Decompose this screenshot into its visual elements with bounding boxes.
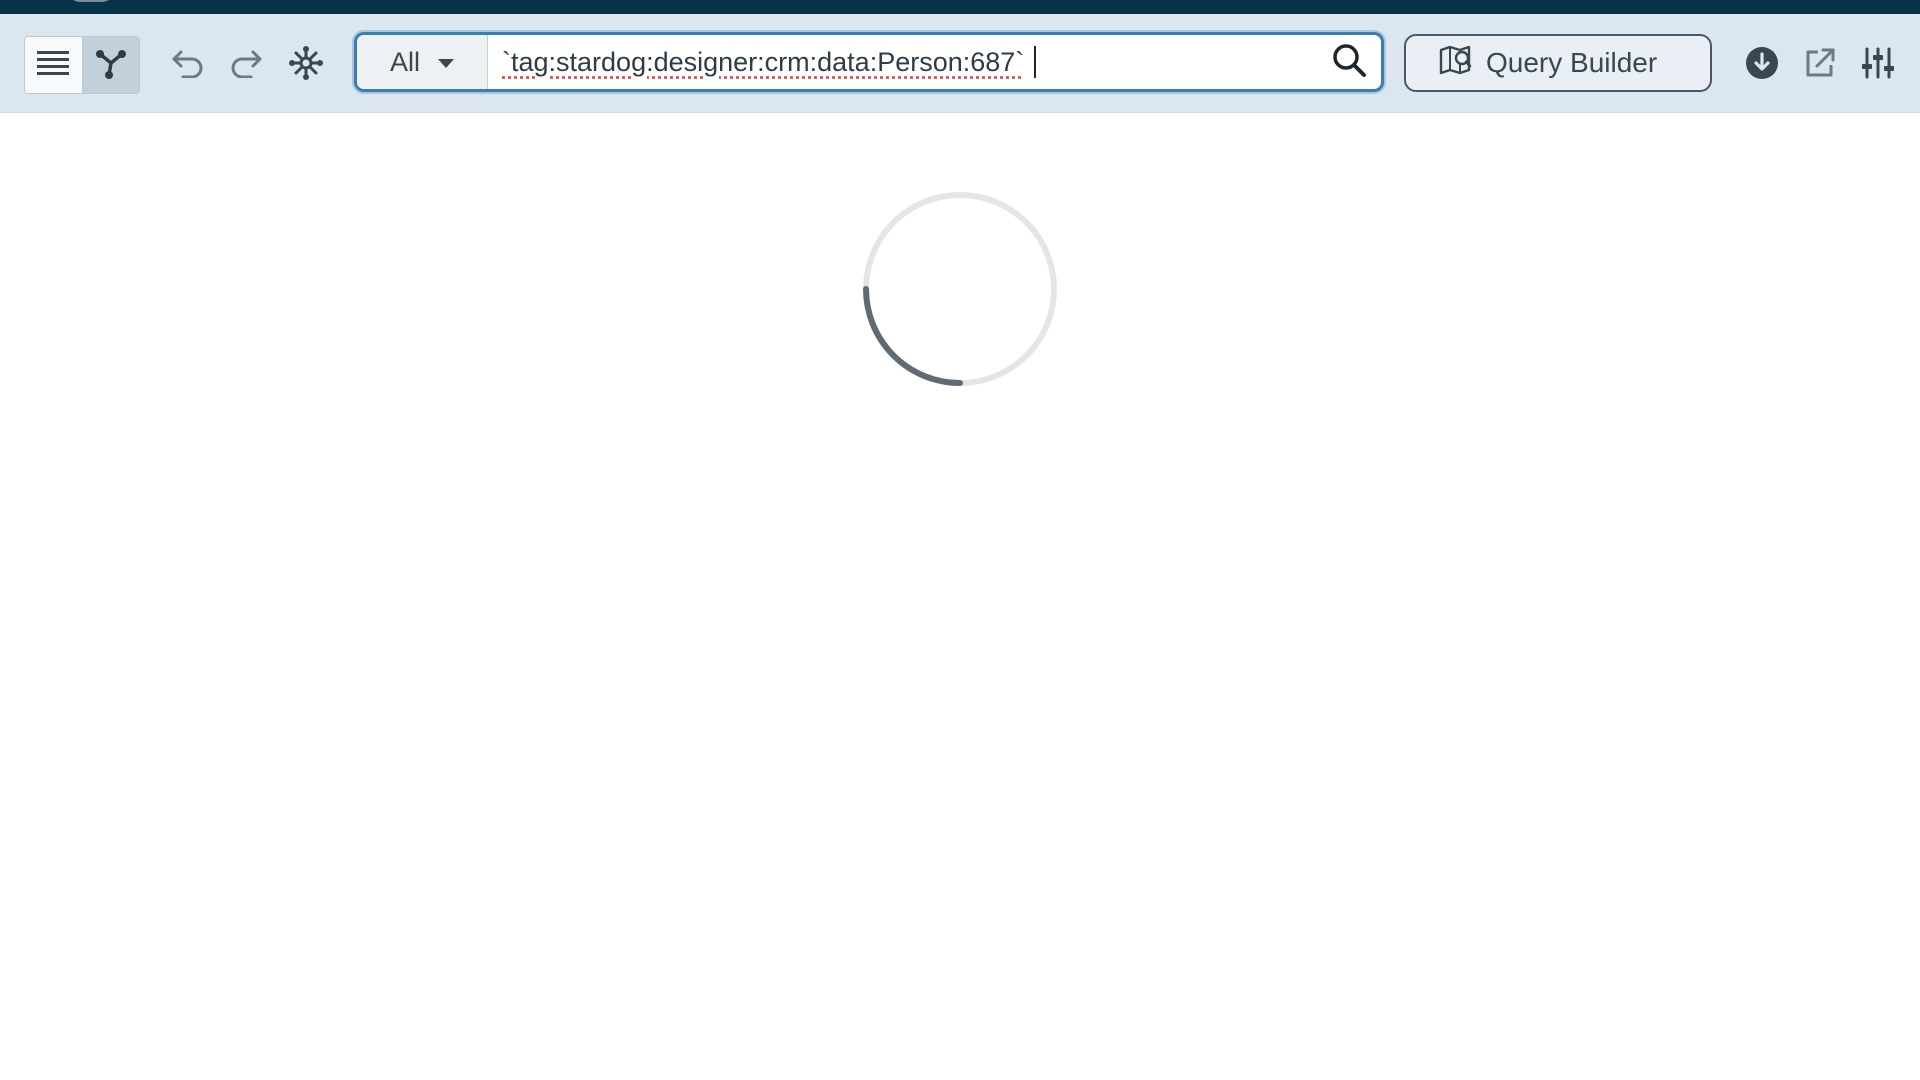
layout-icon — [288, 45, 324, 86]
text-cursor — [1034, 46, 1037, 78]
settings-sliders-icon — [1861, 46, 1895, 85]
undo-icon — [171, 48, 205, 83]
download-button[interactable] — [1740, 43, 1784, 87]
list-icon — [37, 49, 70, 82]
open-external-icon — [1803, 46, 1837, 85]
download-icon — [1745, 46, 1779, 85]
open-external-button[interactable] — [1798, 43, 1842, 87]
query-builder-icon — [1438, 44, 1472, 83]
search-scope-value: All — [389, 46, 420, 77]
view-toggle — [24, 36, 140, 94]
graph-icon — [94, 47, 128, 84]
graph-view-button[interactable] — [82, 37, 139, 93]
settings-button[interactable] — [1856, 43, 1900, 87]
search-button[interactable] — [1317, 35, 1381, 89]
chevron-down-icon — [438, 59, 454, 68]
search-query-text: `tag:stardog:designer:crm:data:Person:68… — [502, 46, 1025, 77]
query-builder-button[interactable]: Query Builder — [1404, 34, 1712, 92]
redo-button[interactable] — [224, 43, 268, 87]
avatar[interactable] — [68, 0, 114, 2]
list-view-button[interactable] — [25, 37, 83, 93]
loading-spinner — [862, 191, 1058, 387]
search-icon — [1331, 42, 1367, 83]
layout-button[interactable] — [284, 43, 328, 87]
toolbar: All `tag:stardog:designer:crm:data:Perso… — [0, 14, 1920, 113]
search-scope-select[interactable]: All — [357, 35, 488, 89]
query-builder-label: Query Builder — [1486, 47, 1658, 78]
search-input[interactable]: `tag:stardog:designer:crm:data:Person:68… — [488, 35, 1317, 89]
redo-icon — [229, 48, 263, 83]
undo-button[interactable] — [166, 43, 210, 87]
app-top-strip — [0, 0, 1920, 14]
search-bar: All `tag:stardog:designer:crm:data:Perso… — [354, 32, 1384, 92]
